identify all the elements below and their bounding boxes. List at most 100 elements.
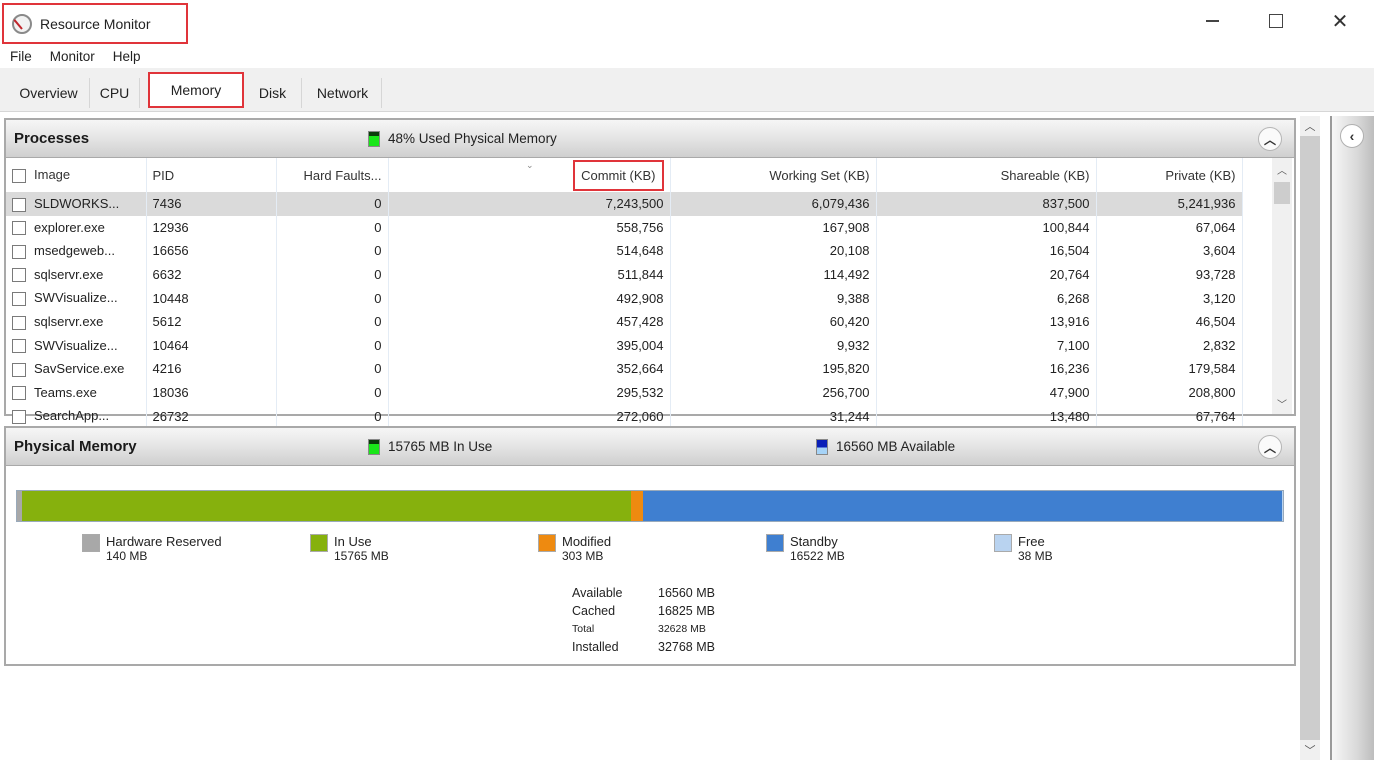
legend-value: 140 MB bbox=[106, 549, 148, 563]
legend-hardware-reserved: Hardware Reserved 140 MB bbox=[82, 534, 222, 564]
cell-hard-faults: 0 bbox=[276, 192, 389, 216]
row-checkbox[interactable] bbox=[12, 244, 26, 259]
cell-private: 3,120 bbox=[1096, 286, 1243, 310]
scroll-thumb[interactable] bbox=[1274, 182, 1290, 204]
resource-monitor-icon bbox=[12, 13, 32, 34]
cell-hard-faults: 0 bbox=[276, 309, 389, 334]
tab-overview[interactable]: Overview bbox=[8, 78, 90, 108]
expand-graphs-button[interactable]: ‹ bbox=[1340, 124, 1364, 148]
legend-in-use: In Use 15765 MB bbox=[310, 534, 389, 564]
physical-memory-header[interactable]: Physical Memory 15765 MB In Use 16560 MB… bbox=[6, 428, 1294, 466]
summary-key: Available bbox=[572, 586, 623, 600]
maximize-button[interactable] bbox=[1256, 8, 1296, 34]
column-commit[interactable]: Commit (KB) bbox=[388, 158, 671, 192]
scroll-down-icon[interactable]: ﹀ bbox=[1272, 394, 1292, 412]
cell-working-set: 256,700 bbox=[670, 380, 877, 405]
legend-label: In Use bbox=[334, 534, 372, 549]
processes-scrollbar[interactable]: ︿ ﹀ bbox=[1272, 158, 1292, 414]
cell-commit: 492,908 bbox=[388, 286, 671, 310]
summary-key: Total bbox=[572, 623, 595, 635]
table-row[interactable]: explorer.exe 12936 0 558,756 167,908 100,844 6… bbox=[6, 215, 1243, 240]
used-memory-swatch bbox=[368, 130, 380, 147]
tab-cpu[interactable]: CPU bbox=[90, 78, 140, 108]
tab-disk[interactable]: Disk bbox=[244, 78, 302, 108]
processes-header[interactable]: Processes 48% Used Physical Memory ︿ bbox=[6, 120, 1294, 158]
minimize-button[interactable] bbox=[1192, 8, 1232, 34]
legend-label: Modified bbox=[562, 534, 612, 549]
table-row[interactable]: SavService.exe 4216 0 352,664 195,820 16,236 1… bbox=[6, 357, 1243, 381]
tab-network[interactable]: Network bbox=[304, 78, 382, 108]
column-private[interactable]: Private (KB) bbox=[1096, 158, 1243, 192]
cell-working-set: 195,820 bbox=[670, 357, 877, 381]
image-name: SWVisualize... bbox=[34, 290, 118, 306]
menu-help[interactable]: Help bbox=[113, 49, 141, 64]
cell-working-set: 31,244 bbox=[670, 404, 877, 428]
scroll-down-icon[interactable]: ﹀ bbox=[1300, 740, 1320, 760]
table-row[interactable]: SWVisualize... 10464 0 395,004 9,932 7,100 2,8… bbox=[6, 333, 1243, 358]
physical-memory-collapse-button[interactable]: ︿ bbox=[1258, 435, 1282, 459]
table-row[interactable]: msedgeweb... 16656 0 514,648 20,108 16,504 3,6… bbox=[6, 239, 1243, 263]
cell-hard-faults: 0 bbox=[276, 286, 389, 310]
row-checkbox[interactable] bbox=[12, 291, 26, 306]
image-name: sqlservr.exe bbox=[34, 266, 104, 282]
menu-file[interactable]: File bbox=[10, 49, 32, 64]
menu-monitor[interactable]: Monitor bbox=[50, 49, 95, 64]
in-use-swatch bbox=[368, 438, 380, 455]
main-scrollbar[interactable]: ︿ ﹀ bbox=[1300, 116, 1320, 760]
select-all-checkbox[interactable] bbox=[12, 168, 26, 183]
cell-commit: 395,004 bbox=[388, 333, 671, 358]
table-row[interactable]: SWVisualize... 10448 0 492,908 9,388 6,268 3,1… bbox=[6, 286, 1243, 310]
row-checkbox[interactable] bbox=[12, 221, 26, 236]
row-checkbox[interactable] bbox=[12, 268, 26, 283]
tab-memory[interactable]: Memory bbox=[148, 72, 244, 108]
used-memory-status: 48% Used Physical Memory bbox=[368, 130, 557, 147]
column-hard-faults[interactable]: Hard Faults... bbox=[276, 158, 389, 192]
cell-image: explorer.exe bbox=[6, 215, 147, 240]
row-checkbox[interactable] bbox=[12, 362, 26, 377]
free-swatch bbox=[994, 534, 1012, 552]
cell-image: SearchApp... bbox=[6, 404, 147, 428]
cell-commit: 352,664 bbox=[388, 357, 671, 381]
summary-key: Cached bbox=[572, 604, 616, 618]
processes-collapse-button[interactable]: ︿ bbox=[1258, 127, 1282, 151]
row-checkbox[interactable] bbox=[12, 386, 26, 401]
close-button[interactable]: ✕ bbox=[1320, 8, 1360, 34]
cell-image: sqlservr.exe bbox=[6, 262, 147, 287]
title-bar: Resource Monitor ✕ bbox=[0, 0, 1374, 44]
scroll-up-icon[interactable]: ︿ bbox=[1300, 116, 1320, 136]
cell-commit: 272,060 bbox=[388, 404, 671, 428]
column-pid[interactable]: PID bbox=[146, 158, 277, 192]
column-shareable[interactable]: Shareable (KB) bbox=[876, 158, 1097, 192]
table-row[interactable]: sqlservr.exe 5612 0 457,428 60,420 13,916 46,5… bbox=[6, 309, 1243, 334]
legend-label: Hardware Reserved bbox=[106, 534, 222, 549]
row-checkbox[interactable] bbox=[12, 339, 26, 354]
summary-total: Total 32628 MB bbox=[572, 620, 715, 638]
row-checkbox[interactable] bbox=[12, 409, 26, 424]
summary-cached: Cached 16825 MB bbox=[572, 602, 715, 620]
table-row[interactable]: SearchApp... 26732 0 272,060 31,244 13,480 67,… bbox=[6, 404, 1243, 428]
memory-segment-standby bbox=[643, 491, 1282, 521]
table-row[interactable]: Teams.exe 18036 0 295,532 256,700 47,900 208,8… bbox=[6, 380, 1243, 405]
column-image[interactable]: Image bbox=[6, 158, 147, 192]
summary-key: Installed bbox=[572, 640, 619, 654]
summary-value: 16560 MB bbox=[658, 586, 715, 600]
table-row[interactable]: sqlservr.exe 6632 0 511,844 114,492 20,764 93,… bbox=[6, 262, 1243, 287]
cell-image: SWVisualize... bbox=[6, 286, 147, 310]
legend-free: Free 38 MB bbox=[994, 534, 1053, 564]
image-name: SWVisualize... bbox=[34, 337, 118, 353]
cell-working-set: 6,079,436 bbox=[670, 192, 877, 216]
row-checkbox[interactable] bbox=[12, 197, 26, 212]
memory-segment-free bbox=[1281, 491, 1283, 521]
cell-pid: 4216 bbox=[146, 357, 277, 381]
row-checkbox[interactable] bbox=[12, 315, 26, 330]
cell-shareable: 16,504 bbox=[876, 239, 1097, 263]
scroll-up-icon[interactable]: ︿ bbox=[1272, 160, 1292, 178]
cell-hard-faults: 0 bbox=[276, 357, 389, 381]
table-row[interactable]: SLDWORKS... 7436 0 7,243,500 6,079,436 837,50… bbox=[6, 192, 1243, 216]
cell-image: sqlservr.exe bbox=[6, 309, 147, 334]
graphs-side-panel: ‹ bbox=[1330, 116, 1374, 760]
summary-value: 16825 MB bbox=[658, 604, 715, 618]
column-working-set[interactable]: Working Set (KB) bbox=[670, 158, 877, 192]
standby-swatch bbox=[766, 534, 784, 552]
cell-hard-faults: 0 bbox=[276, 262, 389, 287]
